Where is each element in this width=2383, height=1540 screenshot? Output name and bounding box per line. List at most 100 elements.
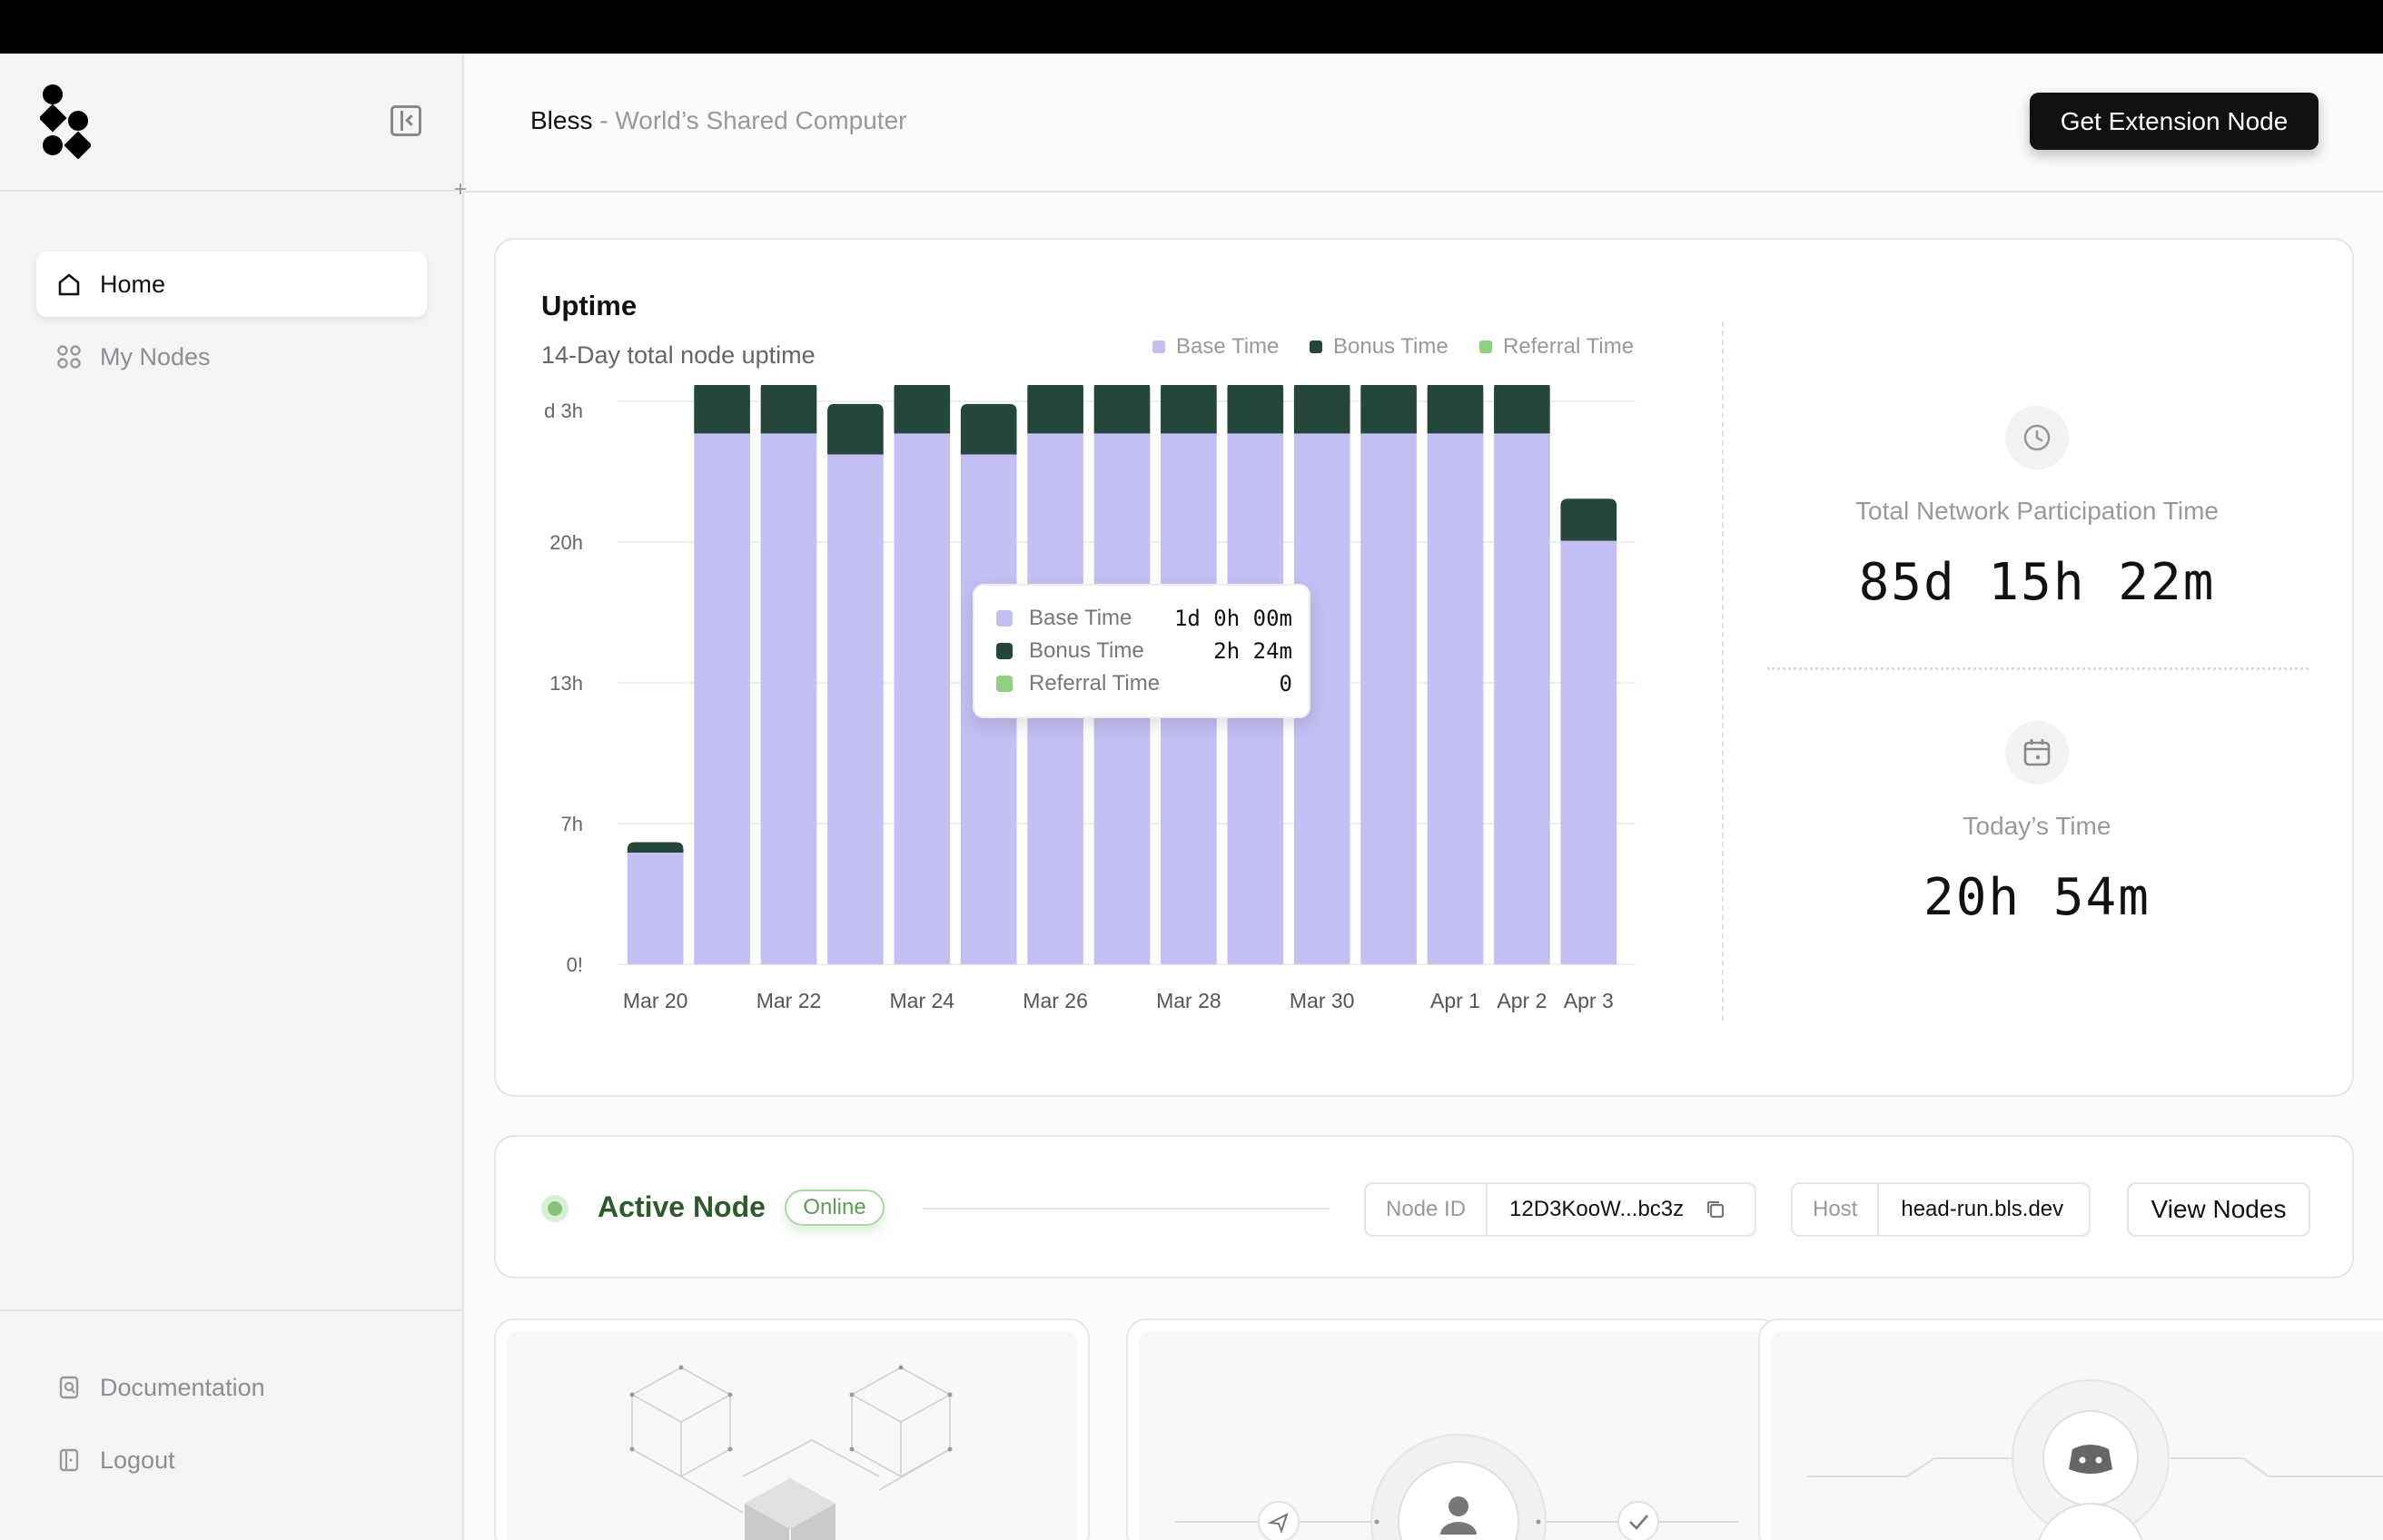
bar-segment: [1227, 385, 1284, 434]
legend-swatch: [1479, 341, 1492, 353]
nodes-illustration-tile: [494, 1318, 1090, 1540]
window-top-bar: [0, 0, 2383, 54]
host-value: head-run.bls.dev: [1901, 1197, 2064, 1221]
tooltip-swatch: [996, 643, 1013, 659]
total-participation-value: 85d 15h 22m: [1858, 553, 2216, 612]
node-id-label: Node ID: [1366, 1184, 1488, 1235]
legend-bonus-time: Bonus Time: [1310, 334, 1449, 360]
view-nodes-button[interactable]: View Nodes: [2127, 1182, 2310, 1237]
stats-separator: [1767, 667, 2309, 670]
uptime-subtitle: 14-Day total node uptime: [541, 341, 816, 369]
host-field: Host head-run.bls.dev: [1791, 1182, 2091, 1237]
bar-segment: [760, 433, 817, 964]
tile-inner: [1139, 1331, 1767, 1540]
sidebar-item-logout[interactable]: Logout: [36, 1427, 427, 1493]
sidebar-item-label: Logout: [100, 1446, 175, 1474]
get-extension-node-button[interactable]: Get Extension Node: [2030, 93, 2319, 150]
bless-logo: [40, 84, 91, 159]
stats-divider: [1722, 321, 1724, 1021]
legend-referral-time: Referral Time: [1479, 334, 1634, 360]
x-tick-label: Mar 24: [890, 989, 955, 1012]
discord-illustration: [1807, 1379, 2383, 1540]
tooltip-row-referral: Referral Time 0: [996, 671, 1292, 696]
legend-swatch: [1310, 341, 1322, 353]
clock-icon: [2005, 406, 2069, 469]
calendar-icon: [2005, 721, 2069, 785]
x-tick-label: Apr 2: [1497, 989, 1547, 1012]
sidebar-header: [0, 54, 462, 192]
bar-segment: [1360, 433, 1417, 964]
y-tick-label: 13h: [549, 672, 583, 695]
logout-icon: [59, 1448, 79, 1472]
bar-segment: [1560, 499, 1617, 541]
tooltip-label: Referral Time: [1029, 671, 1161, 696]
brand-name: Bless: [530, 106, 593, 134]
tooltip-row-bonus: Bonus Time 2h 24m: [996, 638, 1292, 664]
cube-network-illustration: [629, 1365, 953, 1540]
bar-segment: [960, 403, 1017, 455]
tooltip-swatch: [996, 610, 1013, 627]
sidebar-item-my-nodes[interactable]: My Nodes: [36, 324, 427, 390]
bar-segment: [894, 433, 951, 964]
tooltip-value: 1d 0h 00m: [1173, 606, 1292, 631]
legend-label: Base Time: [1176, 334, 1280, 359]
sidebar-item-label: Home: [100, 270, 166, 298]
bar-segment: [1093, 385, 1151, 434]
node-divider-line: [923, 1208, 1330, 1209]
discord-illustration-tile: [1758, 1318, 2383, 1540]
sidebar-item-label: My Nodes: [100, 342, 211, 370]
x-tick-label: Mar 28: [1156, 989, 1221, 1012]
legend-label: Referral Time: [1503, 334, 1635, 359]
host-label: Host: [1793, 1184, 1880, 1235]
bar-segment: [894, 385, 951, 434]
tooltip-value: 0: [1279, 671, 1292, 696]
x-tick-label: Mar 30: [1290, 989, 1355, 1012]
y-tick-label: 20h: [549, 531, 583, 554]
node-id-text: 12D3KooW...bc3z: [1509, 1197, 1685, 1221]
x-tick-label: Apr 1: [1430, 989, 1480, 1012]
today-time-value: 20h 54m: [1923, 868, 2151, 927]
page-title: Bless - World’s Shared Computer: [530, 106, 906, 135]
document-search-icon: [59, 1376, 79, 1399]
y-tick-label: 0!: [567, 953, 583, 976]
node-id-value: 12D3KooW...bc3z: [1488, 1184, 1749, 1235]
uptime-title: Uptime: [541, 290, 638, 321]
bar-segment: [1427, 433, 1484, 964]
bar-segment: [1494, 385, 1550, 434]
status-dot: [541, 1195, 569, 1222]
x-tick-label: Apr 3: [1564, 989, 1614, 1012]
bar-segment: [760, 385, 817, 434]
bar-segment: [694, 433, 750, 964]
active-node-card: Active Node Online Node ID 12D3KooW...bc…: [494, 1135, 2354, 1278]
bar-segment: [1560, 540, 1617, 964]
bar-segment: [1027, 385, 1083, 434]
collapse-sidebar-icon[interactable]: [391, 105, 421, 136]
bar-segment: [1161, 385, 1217, 434]
brand-subtitle: - World’s Shared Computer: [592, 106, 907, 134]
tooltip-value: 2h 24m: [1213, 638, 1292, 664]
node-id-field: Node ID 12D3KooW...bc3z: [1364, 1182, 1756, 1237]
bar-segment: [1494, 433, 1550, 964]
tooltip-row-base: Base Time 1d 0h 00m: [996, 606, 1292, 631]
bar-segment: [827, 454, 884, 964]
status-badge: Online: [785, 1190, 885, 1226]
sidebar-item-documentation[interactable]: Documentation: [36, 1355, 427, 1420]
sidebar-item-home[interactable]: Home: [36, 252, 427, 317]
copy-icon[interactable]: [1704, 1198, 1727, 1221]
sidebar: Home My Nodes Documentation Logout: [0, 54, 464, 1540]
sidebar-footer: Documentation Logout: [0, 1309, 462, 1474]
referral-illustration-tile: [1126, 1318, 1780, 1540]
bar-segment: [1293, 385, 1350, 434]
nodes-icon: [57, 345, 81, 369]
x-tick-label: Mar 26: [1023, 989, 1088, 1012]
legend-swatch: [1152, 341, 1165, 353]
bar-segment: [1360, 385, 1417, 434]
uptime-card: Uptime 14-Day total node uptime Base Tim…: [494, 238, 2354, 1097]
chart-tooltip: Base Time 1d 0h 00m Bonus Time 2h 24m Refe…: [973, 584, 1310, 718]
tile-inner: [1771, 1331, 2383, 1540]
header-divider: [464, 191, 2383, 192]
bar-segment: [694, 385, 750, 434]
bar-segment: [827, 403, 884, 455]
y-tick-label: d 3h: [544, 400, 583, 422]
legend-label: Bonus Time: [1333, 334, 1449, 359]
